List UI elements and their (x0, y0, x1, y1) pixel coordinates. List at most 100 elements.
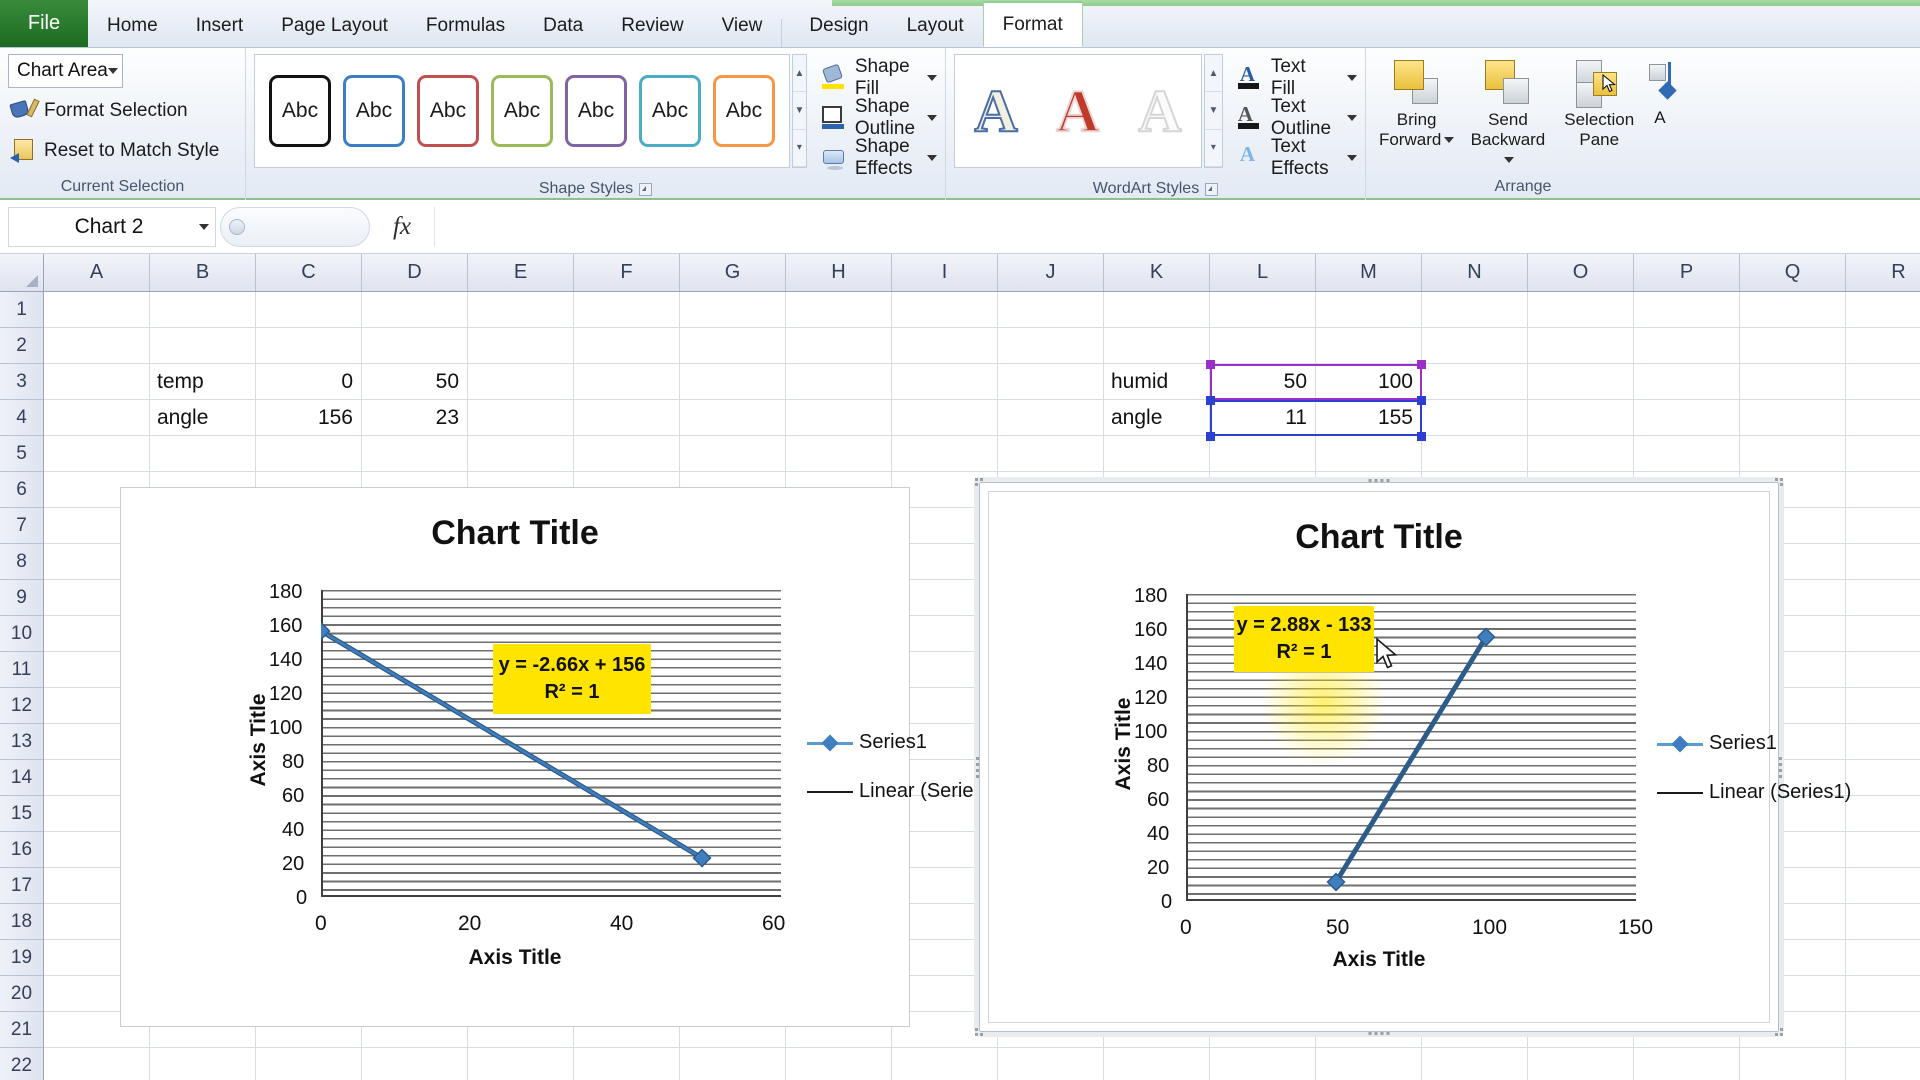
row-header[interactable]: 1 (0, 292, 43, 328)
range-handle[interactable] (1206, 432, 1215, 441)
column-header[interactable]: I (892, 254, 998, 291)
shape-style-swatch[interactable]: Abc (269, 75, 331, 147)
select-all-button[interactable] (0, 254, 44, 291)
insert-function-icon[interactable]: fx (370, 207, 434, 247)
shape-style-swatch[interactable]: Abc (417, 75, 479, 147)
cell-D4[interactable]: 23 (362, 400, 468, 436)
wordart-styles-scroll[interactable]: ▲ ▼ ▾ (1203, 54, 1223, 168)
column-header[interactable]: C (256, 254, 362, 291)
column-header[interactable]: P (1634, 254, 1740, 291)
scroll-down-icon[interactable]: ▼ (793, 92, 806, 130)
range-handle[interactable] (1417, 360, 1426, 369)
tab-page-layout[interactable]: Page Layout (262, 5, 407, 47)
tab-insert[interactable]: Insert (177, 5, 263, 47)
gallery-more-icon[interactable]: ▾ (1204, 130, 1222, 167)
wordart-style-swatch[interactable]: A (1137, 80, 1182, 142)
column-header[interactable]: A (44, 254, 150, 291)
shape-style-swatch[interactable]: Abc (491, 75, 553, 147)
row-header[interactable]: 11 (0, 652, 43, 688)
chart-source-y-range-outline[interactable] (1210, 400, 1422, 436)
chart-legend[interactable]: Series1 Linear (Series1) (1657, 732, 1851, 830)
row-header[interactable]: 18 (0, 904, 43, 940)
row-header[interactable]: 17 (0, 868, 43, 904)
tab-formulas[interactable]: Formulas (407, 5, 524, 47)
tab-review[interactable]: Review (602, 5, 702, 47)
row-header[interactable]: 15 (0, 796, 43, 832)
chart-title[interactable]: Chart Title (121, 514, 909, 553)
row-header[interactable]: 13 (0, 724, 43, 760)
send-backward-button[interactable]: Send Backward (1465, 56, 1550, 169)
y-axis-title[interactable]: Axis Title (1112, 684, 1136, 804)
resize-handle-top[interactable] (1368, 479, 1390, 482)
column-header[interactable]: M (1316, 254, 1422, 291)
row-header[interactable]: 9 (0, 580, 43, 616)
row-header[interactable]: 8 (0, 544, 43, 580)
selection-pane-button[interactable]: Selection Pane (1557, 56, 1642, 149)
legend-item-series1[interactable]: Series1 (1657, 732, 1851, 755)
column-header[interactable]: F (574, 254, 680, 291)
column-header[interactable]: H (786, 254, 892, 291)
trendline-equation-box[interactable]: y = 2.88x - 133 R² = 1 (1234, 606, 1374, 672)
reset-to-match-style-button[interactable]: Reset to Match Style (8, 131, 219, 171)
sheet-canvas[interactable]: temp 0 50 angle 156 23 humid 50 100 angl… (44, 292, 1920, 1080)
legend-item-trendline[interactable]: Linear (Series1) (807, 780, 1001, 803)
cell-B4[interactable]: angle (150, 400, 256, 436)
bring-forward-button[interactable]: Bring Forward (1374, 56, 1459, 149)
column-header[interactable]: B (150, 254, 256, 291)
series-plot[interactable] (321, 590, 783, 900)
shape-outline-button[interactable]: Shape Outline (821, 96, 937, 139)
tab-layout[interactable]: Layout (888, 5, 983, 47)
formula-input[interactable] (434, 206, 1920, 247)
row-header[interactable]: 2 (0, 328, 43, 364)
scroll-down-icon[interactable]: ▼ (1204, 92, 1222, 130)
resize-handle-bottom[interactable] (1368, 1032, 1390, 1035)
cell-K3[interactable]: humid (1104, 364, 1210, 400)
tab-home[interactable]: Home (88, 5, 177, 47)
resize-handle-top-right[interactable] (1771, 478, 1783, 490)
row-header[interactable]: 7 (0, 508, 43, 544)
gallery-more-icon[interactable]: ▾ (793, 130, 806, 167)
range-handle[interactable] (1417, 432, 1426, 441)
chevron-down-icon[interactable] (199, 223, 209, 230)
row-header[interactable]: 19 (0, 940, 43, 976)
cell-B3[interactable]: temp (150, 364, 256, 400)
x-axis-title[interactable]: Axis Title (121, 946, 909, 970)
trendline-equation-box[interactable]: y = -2.66x + 156 R² = 1 (493, 644, 651, 714)
wordart-style-swatch[interactable]: A (1055, 80, 1100, 142)
text-fill-button[interactable]: Text Fill (1237, 56, 1357, 99)
chart-element-selector[interactable]: Chart Area (8, 54, 123, 88)
column-header[interactable]: G (680, 254, 786, 291)
scroll-up-icon[interactable]: ▲ (1204, 55, 1222, 93)
y-axis-title[interactable]: Axis Title (247, 680, 271, 800)
column-header[interactable]: O (1528, 254, 1634, 291)
cell-C3[interactable]: 0 (256, 364, 362, 400)
column-header[interactable]: L (1210, 254, 1316, 291)
row-header[interactable]: 21 (0, 1012, 43, 1048)
chart-object-right[interactable]: Chart Title 180 160 140 120 100 80 60 40… (988, 491, 1851, 1023)
format-selection-button[interactable]: Format Selection (8, 91, 188, 131)
row-header[interactable]: 12 (0, 688, 43, 724)
x-axis-title[interactable]: Axis Title (989, 948, 1769, 972)
column-header[interactable]: E (468, 254, 574, 291)
scroll-up-icon[interactable]: ▲ (793, 55, 806, 93)
column-header[interactable]: D (362, 254, 468, 291)
resize-handle-top-left[interactable] (975, 478, 987, 490)
align-button-partial[interactable]: A (1648, 56, 1677, 128)
shape-fill-button[interactable]: Shape Fill (821, 56, 937, 99)
chart-title[interactable]: Chart Title (989, 518, 1769, 557)
resize-handle-bottom-right[interactable] (1771, 1024, 1783, 1036)
resize-handle-left[interactable] (976, 757, 979, 778)
tab-format[interactable]: Format (982, 1, 1083, 47)
shape-style-swatch[interactable]: Abc (565, 75, 627, 147)
column-header[interactable]: R (1846, 254, 1920, 291)
wordart-styles-gallery[interactable]: A A A (954, 54, 1202, 168)
name-box[interactable]: Chart 2 (8, 206, 216, 247)
row-header[interactable]: 5 (0, 436, 43, 472)
tab-view[interactable]: View (703, 5, 782, 47)
shape-styles-dialog-launcher[interactable] (639, 182, 653, 196)
row-header[interactable]: 10 (0, 616, 43, 652)
tab-design[interactable]: Design (790, 5, 887, 47)
shape-styles-scroll[interactable]: ▲ ▼ ▾ (792, 54, 807, 168)
chart-legend[interactable]: Series1 Linear (Series1) (807, 731, 1001, 829)
range-handle[interactable] (1206, 396, 1215, 405)
